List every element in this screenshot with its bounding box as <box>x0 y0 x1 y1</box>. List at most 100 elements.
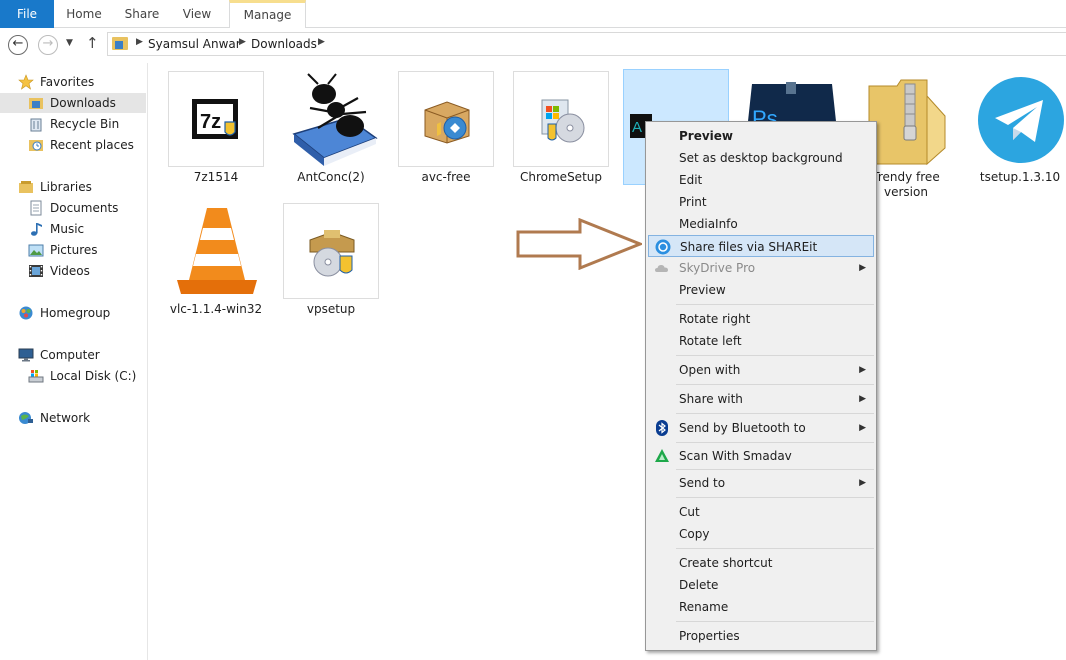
sidebar-item-label: Network <box>40 411 91 425</box>
menu-separator <box>676 469 874 470</box>
recycle-bin-icon <box>30 118 42 132</box>
file-item[interactable]: 7z 7z1514 <box>168 71 264 185</box>
menu-item-open-with[interactable]: Open with ▶ <box>648 359 874 381</box>
submenu-chevron-icon: ▶ <box>859 365 866 375</box>
menu-item-rotate-right[interactable]: Rotate right <box>648 308 874 330</box>
menu-item-scan-with-smadav[interactable]: Scan With Smadav <box>648 445 874 467</box>
zip-folder-icon <box>868 79 946 166</box>
menu-item-cut[interactable]: Cut <box>648 501 874 523</box>
file-item[interactable]: vlc-1.1.4-win32 <box>168 203 264 317</box>
sidebar-item-libraries[interactable]: Libraries <box>18 177 146 197</box>
sidebar-item-label: Libraries <box>40 180 92 194</box>
file-item[interactable]: ChromeSetup <box>513 71 609 185</box>
file-thumbnail <box>168 203 264 299</box>
menu-item-label: Rotate left <box>679 334 742 348</box>
menu-item-copy[interactable]: Copy <box>648 523 874 545</box>
sidebar-item-homegroup[interactable]: Homegroup <box>18 303 146 323</box>
menu-item-label: Rename <box>679 600 729 614</box>
sidebar-item-favorites[interactable]: Favorites <box>18 72 146 92</box>
menu-item-edit[interactable]: Edit <box>648 169 874 191</box>
file-item[interactable]: vpsetup <box>283 203 379 317</box>
menu-item-label: Delete <box>679 578 719 592</box>
menu-item-label: SkyDrive Pro <box>679 261 756 275</box>
file-thumbnail <box>513 71 609 167</box>
sidebar-item-computer[interactable]: Computer <box>18 345 146 365</box>
downloads-folder-icon <box>112 37 128 50</box>
network-icon <box>19 412 33 424</box>
menu-item-properties[interactable]: Properties <box>648 625 874 647</box>
file-name: 7z1514 <box>193 170 239 184</box>
tab-share[interactable]: Share <box>115 0 169 28</box>
menu-item-send-by-bluetooth[interactable]: Send by Bluetooth to ▶ <box>648 417 874 439</box>
menu-item-set-desktop-background[interactable]: Set as desktop background <box>648 147 874 169</box>
menu-item-skydrive-pro[interactable]: SkyDrive Pro ▶ <box>648 257 874 279</box>
file-name: vlc-1.1.4-win32 <box>169 302 263 316</box>
tab-view[interactable]: View <box>172 0 222 28</box>
menu-item-label: Preview <box>679 129 734 143</box>
menu-separator <box>676 442 874 443</box>
submenu-chevron-icon: ▶ <box>859 423 866 433</box>
file-item[interactable]: tsetup.1.3.10 <box>972 71 1066 185</box>
menu-item-send-to[interactable]: Send to ▶ <box>648 472 874 494</box>
menu-separator <box>676 621 874 622</box>
breadcrumb-separator-icon[interactable]: ▶ <box>318 37 325 47</box>
back-arrow-icon[interactable]: ← <box>8 35 28 55</box>
skydrive-cloud-icon <box>655 265 668 272</box>
menu-item-share-via-shareit[interactable]: Share files via SHAREit <box>648 235 874 257</box>
menu-item-label: Preview <box>679 283 726 297</box>
menu-separator <box>676 413 874 414</box>
menu-item-label: Scan With Smadav <box>679 449 792 463</box>
submenu-chevron-icon: ▶ <box>859 263 866 273</box>
menu-item-label: Open with <box>679 363 741 377</box>
menu-item-rename[interactable]: Rename <box>648 596 874 618</box>
file-item[interactable]: AntConc(2) <box>283 71 379 185</box>
menu-item-create-shortcut[interactable]: Create shortcut <box>648 552 874 574</box>
breadcrumb-user[interactable]: Syamsul Anwar <box>148 37 241 51</box>
menu-item-share-with[interactable]: Share with ▶ <box>648 388 874 410</box>
menu-item-label: Create shortcut <box>679 556 773 570</box>
sidebar-item-pictures[interactable]: Pictures <box>28 240 146 260</box>
sidebar-item-recycle-bin[interactable]: Recycle Bin <box>28 114 146 134</box>
bluetooth-icon <box>656 420 668 436</box>
tab-manage[interactable]: Manage <box>229 0 306 28</box>
sidebar-item-label: Recent places <box>50 138 134 152</box>
tab-home[interactable]: Home <box>57 0 111 28</box>
tab-file[interactable]: File <box>0 0 54 28</box>
menu-item-label: Set as desktop background <box>679 151 843 165</box>
sidebar-item-recent-places[interactable]: Recent places <box>28 135 146 155</box>
sidebar-item-network[interactable]: Network <box>18 408 146 428</box>
submenu-chevron-icon: ▶ <box>859 394 866 404</box>
sidebar-item-label: Favorites <box>40 75 95 89</box>
file-name: vpsetup <box>306 302 356 316</box>
file-name: ChromeSetup <box>520 170 602 184</box>
recent-locations-chevron-icon[interactable]: ▼ <box>66 38 73 48</box>
address-bar[interactable]: ▶ Syamsul Anwar ▶ Downloads ▶ <box>107 32 1066 56</box>
sidebar-item-label: Videos <box>50 264 90 278</box>
file-name: avc-free <box>421 170 471 184</box>
breadcrumb-downloads[interactable]: Downloads <box>251 37 317 51</box>
menu-item-rotate-left[interactable]: Rotate left <box>648 330 874 352</box>
documents-icon <box>30 200 42 216</box>
menu-item-print[interactable]: Print <box>648 191 874 213</box>
sidebar-item-documents[interactable]: Documents <box>28 198 146 218</box>
sidebar-item-downloads[interactable]: Downloads <box>0 93 146 113</box>
menu-item-mediainfo[interactable]: MediaInfo <box>648 213 874 235</box>
breadcrumb-separator-icon[interactable]: ▶ <box>136 37 143 47</box>
sidebar-item-label: Music <box>50 222 85 236</box>
up-arrow-icon[interactable]: ↑ <box>86 34 99 52</box>
svg-text:7z: 7z <box>200 111 221 133</box>
sidebar-item-label: Documents <box>50 201 119 215</box>
sidebar-item-videos[interactable]: Videos <box>28 261 146 281</box>
sidebar-item-music[interactable]: Music <box>28 219 146 239</box>
menu-item-preview[interactable]: Preview <box>648 279 874 301</box>
file-thumbnail <box>398 71 494 167</box>
file-item[interactable]: avc-free <box>398 71 494 185</box>
menu-item-label: Edit <box>679 173 703 187</box>
breadcrumb-separator-icon[interactable]: ▶ <box>239 37 246 47</box>
sidebar-item-local-disk[interactable]: Local Disk (C:) <box>28 366 146 386</box>
submenu-chevron-icon: ▶ <box>859 478 866 488</box>
forward-arrow-icon[interactable]: → <box>38 35 58 55</box>
menu-item-delete[interactable]: Delete <box>648 574 874 596</box>
menu-item-preview-default[interactable]: Preview <box>648 125 874 147</box>
telegram-icon <box>978 77 1064 163</box>
